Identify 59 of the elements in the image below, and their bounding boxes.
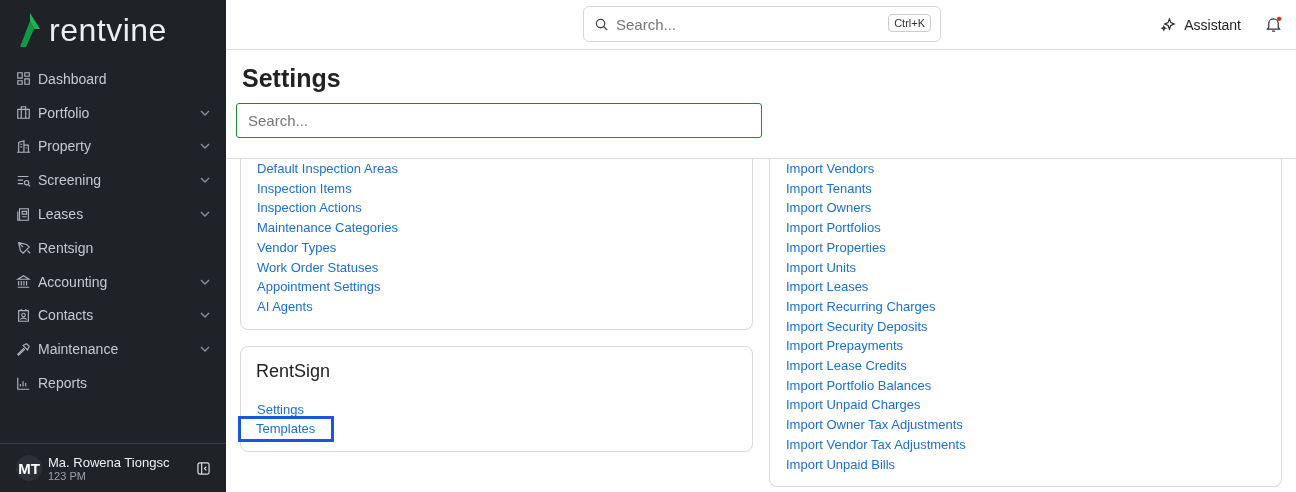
settings-link[interactable]: Import Units	[785, 257, 858, 278]
logo-text: rentvine	[49, 11, 167, 49]
collapse-sidebar-icon[interactable]	[197, 461, 210, 475]
sidebar-item[interactable]: Screening	[0, 163, 226, 198]
settings-link[interactable]: Import Portfolios	[785, 218, 882, 238]
shortcut-key: Ctrl+K	[888, 14, 931, 32]
settings-link[interactable]: Maintenance Categories	[256, 218, 399, 238]
sidebar-item[interactable]: Leases	[0, 197, 226, 231]
bank-icon	[16, 274, 31, 290]
bar-chart-icon	[16, 375, 31, 391]
pen-icon	[16, 240, 31, 256]
sidebar-item[interactable]: Portfolio	[0, 95, 226, 130]
sidebar-item[interactable]: Maintenance	[0, 332, 226, 367]
settings-link[interactable]: Import Owner Tax Adjustments	[785, 415, 964, 435]
document-icon	[16, 206, 31, 222]
settings-link[interactable]: Import Leases	[785, 277, 870, 297]
settings-link[interactable]: Vendor Types	[256, 237, 338, 258]
user-subtitle: 123 PM	[48, 469, 87, 482]
settings-link[interactable]: Import Prepayments	[785, 336, 905, 357]
user-name: Ma. Rowena Tiongsc	[48, 454, 171, 470]
page-title: Settings	[242, 64, 342, 93]
contact-card-icon	[16, 307, 31, 323]
user-avatar: MT	[16, 455, 42, 481]
sidebar-item[interactable]: Property	[0, 129, 226, 164]
logo-mark-icon	[19, 13, 41, 47]
search-icon	[595, 18, 608, 31]
notification-bell-icon[interactable]	[1265, 16, 1282, 33]
sidebar-item[interactable]: Reports	[0, 366, 226, 400]
settings-link[interactable]: Inspection Actions	[256, 198, 363, 219]
settings-link[interactable]: Import Recurring Charges	[785, 296, 937, 317]
settings-link[interactable]: Import Vendors	[785, 159, 876, 179]
settings-link[interactable]: Inspection Items	[256, 178, 353, 199]
settings-search-field[interactable]: Search...	[236, 103, 762, 138]
grid-icon	[16, 71, 31, 87]
building-icon	[16, 139, 31, 154]
settings-link[interactable]: Import Portfolio Balances	[785, 375, 933, 396]
settings-link[interactable]: Settings	[256, 399, 305, 420]
briefcase-icon	[16, 105, 31, 121]
hammer-icon	[16, 341, 31, 357]
settings-link[interactable]: Templates	[241, 419, 332, 440]
sparkle-icon	[1161, 17, 1177, 32]
sidebar-item[interactable]: Contacts	[0, 298, 226, 333]
settings-link[interactable]: AI Agents	[256, 296, 314, 317]
settings-link[interactable]: Import Vendor Tax Adjustments	[785, 434, 967, 455]
card-title: RentSign	[256, 360, 332, 382]
settings-link[interactable]: Import Properties	[785, 237, 887, 258]
settings-link[interactable]: Import Unpaid Bills	[785, 454, 897, 475]
settings-link[interactable]: Import Owners	[785, 198, 873, 219]
assistant-button[interactable]: Assistant	[1155, 15, 1247, 34]
settings-link[interactable]: Import Unpaid Charges	[785, 395, 922, 416]
settings-link[interactable]: Default Inspection Areas	[256, 159, 399, 179]
sidebar-item[interactable]: Rentsign	[0, 231, 226, 265]
settings-link[interactable]: Import Security Deposits	[785, 316, 929, 337]
sidebar-item[interactable]: Dashboard	[0, 62, 226, 96]
settings-link[interactable]: Appointment Settings	[256, 277, 382, 297]
settings-link[interactable]: Import Tenants	[785, 178, 873, 199]
settings-link[interactable]: Work Order Statuses	[256, 257, 380, 278]
sidebar-item[interactable]: Accounting	[0, 264, 226, 299]
settings-link[interactable]: Import Lease Credits	[785, 356, 908, 376]
